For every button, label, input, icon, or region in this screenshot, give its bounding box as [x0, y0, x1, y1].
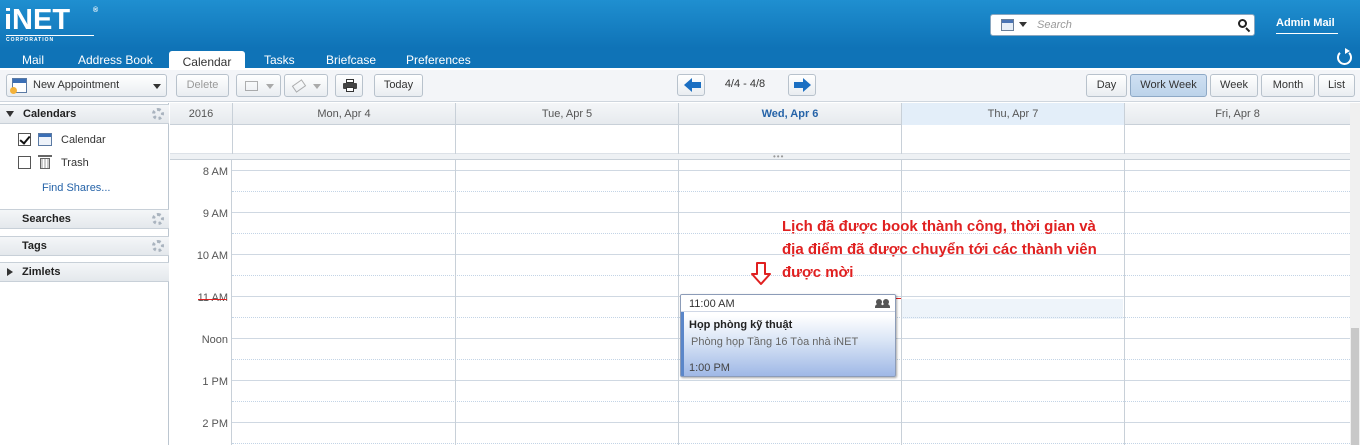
registered-mark-icon: ® [93, 7, 99, 14]
current-time-indicator [198, 299, 227, 300]
header-bar: iNET ® CORPORATION Admin Mail [0, 0, 1360, 48]
search-icon[interactable] [1237, 18, 1251, 33]
appointment-color-bar [681, 312, 684, 376]
gear-icon[interactable] [152, 213, 164, 225]
tag-button[interactable] [284, 74, 328, 97]
date-range-label: 4/4 - 4/8 [724, 78, 766, 90]
calendar-checkbox[interactable] [18, 133, 31, 146]
search-type-dropdown[interactable] [995, 18, 1029, 33]
chevron-down-icon [1019, 22, 1027, 27]
user-menu[interactable]: Admin Mail [1276, 17, 1338, 34]
chevron-down-icon [266, 84, 274, 89]
app-tabs: Mail Address Book Calendar Tasks Briefca… [0, 48, 1360, 71]
year-label: 2016 [188, 108, 214, 120]
hour-label: Noon [201, 334, 228, 346]
calendars-section-header[interactable]: Calendars [0, 104, 169, 124]
appointment-end-time: 1:00 PM [689, 362, 730, 374]
appointment-card[interactable]: 11:00 AM Họp phòng kỹ thuật Phòng họp Tầ… [680, 294, 896, 377]
appointment-header: 11:00 AM [681, 295, 895, 312]
tab-preferences[interactable]: Preferences [406, 52, 471, 68]
view-day-button[interactable]: Day [1086, 74, 1127, 97]
annotation-text: Lịch đã được book thành công, thời gian … [782, 218, 1097, 281]
selected-slot[interactable] [901, 299, 1123, 319]
search-input[interactable] [1037, 17, 1227, 33]
day-header-row: 2016 Mon, Apr 4 Tue, Apr 5 Wed, Apr 6 Th… [170, 103, 1350, 125]
view-week-button[interactable]: Week [1210, 74, 1258, 97]
zimlets-title: Zimlets [22, 266, 61, 278]
searches-section-header[interactable]: Searches [0, 209, 169, 229]
day-header-tue[interactable]: Tue, Apr 5 [455, 103, 678, 125]
hour-label: 8 AM [202, 166, 228, 178]
tab-calendar[interactable]: Calendar [169, 51, 245, 71]
find-shares-link[interactable]: Find Shares... [42, 182, 110, 194]
printer-icon [343, 79, 357, 92]
view-list-button[interactable]: List [1318, 74, 1355, 97]
gear-icon[interactable] [152, 108, 164, 120]
attendees-icon [875, 299, 890, 309]
today-button[interactable]: Today [374, 74, 423, 97]
hour-label: 9 AM [202, 208, 228, 220]
trash-icon [38, 155, 52, 169]
toolbar: New Appointment Delete Today 4/4 - 4/8 D… [0, 70, 1360, 102]
expand-icon[interactable] [7, 268, 13, 276]
tag-icon [291, 79, 307, 93]
previous-button[interactable] [677, 74, 705, 96]
new-appointment-icon [10, 78, 27, 94]
zimlets-section-header[interactable]: Zimlets [0, 262, 169, 282]
scrollbar[interactable] [1350, 103, 1360, 445]
tab-mail[interactable]: Mail [22, 52, 44, 68]
refresh-icon[interactable] [1337, 48, 1352, 65]
user-name-label: Admin Mail [1276, 17, 1335, 29]
view-work-week-button[interactable]: Work Week [1130, 74, 1207, 97]
all-day-row[interactable] [170, 125, 1350, 154]
appointment-location: Phòng họp Tầng 16 Tòa nhà iNET [691, 336, 859, 348]
print-button[interactable] [335, 74, 363, 97]
logo-text: iNET [4, 4, 71, 36]
hour-label: 2 PM [202, 418, 228, 430]
appointment-start-time: 11:00 AM [689, 298, 735, 310]
day-header-thu[interactable]: Thu, Apr 7 [901, 103, 1124, 125]
scrollbar-thumb[interactable] [1351, 328, 1359, 445]
tab-address-book[interactable]: Address Book [78, 52, 153, 68]
arrow-down-icon [751, 262, 771, 285]
move-button[interactable] [236, 74, 281, 97]
calendar-icon [38, 133, 52, 146]
trash-checkbox[interactable] [18, 156, 31, 169]
hour-label: 1 PM [202, 376, 228, 388]
collapse-icon[interactable] [6, 111, 14, 117]
day-header-wed[interactable]: Wed, Apr 6 [678, 103, 901, 125]
move-icon [245, 81, 258, 91]
gear-icon[interactable] [152, 240, 164, 252]
tags-title: Tags [22, 240, 47, 252]
tab-briefcase[interactable]: Briefcase [326, 52, 376, 68]
next-button[interactable] [788, 74, 816, 96]
chevron-down-icon[interactable] [153, 84, 161, 89]
sidebar-item-calendar[interactable]: Calendar [61, 134, 106, 146]
hour-label: 11 AM [197, 292, 228, 304]
view-month-button[interactable]: Month [1261, 74, 1315, 97]
arrow-right-icon [803, 78, 811, 92]
appointment-title: Họp phòng kỹ thuật [689, 319, 793, 331]
calendars-title: Calendars [23, 108, 77, 120]
new-appointment-button[interactable]: New Appointment [6, 74, 167, 97]
tab-tasks[interactable]: Tasks [264, 52, 295, 68]
tags-section-header[interactable]: Tags [0, 236, 169, 256]
day-header-mon[interactable]: Mon, Apr 4 [232, 103, 455, 125]
calendar-icon [1001, 19, 1014, 31]
sidebar: Calendars Calendar Trash Find Shares... … [0, 103, 169, 445]
user-underline [1276, 33, 1338, 34]
search-box [990, 14, 1255, 36]
sidebar-item-trash[interactable]: Trash [61, 157, 89, 169]
new-appointment-label: New Appointment [33, 79, 120, 91]
app: iNET ® CORPORATION Admin Mail Mail Addre… [0, 0, 1360, 445]
delete-button[interactable]: Delete [176, 74, 229, 97]
inet-logo[interactable]: iNET ® CORPORATION [4, 2, 99, 43]
searches-title: Searches [22, 213, 71, 225]
chevron-down-icon [313, 84, 321, 89]
hour-label: 10 AM [196, 250, 228, 262]
day-header-fri[interactable]: Fri, Apr 8 [1124, 103, 1350, 125]
logo-subtitle: CORPORATION [6, 35, 94, 43]
